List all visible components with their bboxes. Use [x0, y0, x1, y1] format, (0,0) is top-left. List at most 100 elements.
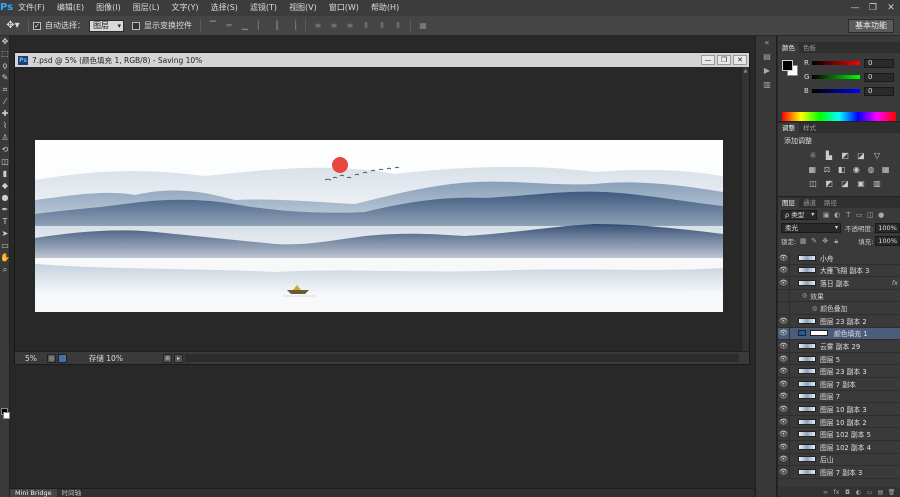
layer-row[interactable]: 👁︎ 图层 7 副本 3: [778, 465, 900, 479]
new-adjustment-icon[interactable]: ◐: [853, 489, 864, 496]
show-transform-checkbox[interactable]: [132, 21, 140, 30]
distribute-bottom-icon[interactable]: ≡: [343, 20, 357, 32]
levels-icon[interactable]: ▙: [822, 150, 836, 162]
proof-icon[interactable]: ◎: [46, 353, 56, 363]
menu-select[interactable]: 选择(S): [205, 0, 244, 16]
marquee-tool-icon[interactable]: ⬚: [0, 48, 10, 60]
visibility-eye-icon[interactable]: 👁︎: [778, 352, 790, 365]
layer-row[interactable]: 👁︎ 图层 102 副本 5: [778, 428, 900, 441]
menu-view[interactable]: 视图(V): [283, 0, 323, 16]
selective-color-icon[interactable]: ▣: [854, 178, 868, 190]
curves-icon[interactable]: ◩: [838, 150, 852, 162]
black-white-icon[interactable]: ◧: [835, 164, 848, 176]
eyedropper-tool-icon[interactable]: ⁄: [0, 96, 10, 108]
tab-channels[interactable]: 通道: [799, 198, 820, 208]
workspace-button[interactable]: 基本功能: [848, 19, 894, 33]
add-style-icon[interactable]: fx: [831, 489, 842, 496]
distribute-top-icon[interactable]: ≡: [311, 20, 325, 32]
color-lookup-icon[interactable]: ▦: [879, 164, 892, 176]
blue-value-input[interactable]: 0: [864, 86, 894, 96]
doc-restore-icon[interactable]: ❐: [717, 55, 731, 65]
hand-tool-icon[interactable]: ✋: [0, 252, 10, 264]
filter-toggle-icon[interactable]: ●: [876, 210, 886, 220]
color-swatch-icon[interactable]: [57, 353, 67, 363]
distribute-left-icon[interactable]: ⦀: [359, 20, 373, 32]
layer-row[interactable]: 👁︎ 大雁飞翔 副本 3: [778, 264, 900, 278]
visibility-eye-icon[interactable]: 👁︎: [778, 390, 790, 403]
visibility-eye-icon[interactable]: 👁︎: [778, 264, 790, 277]
properties-panel-icon[interactable]: ▥: [756, 78, 778, 92]
vertical-scrollbar[interactable]: ▲: [741, 67, 749, 351]
effect-eye-icon[interactable]: ◎: [802, 292, 807, 299]
filter-adjustment-icon[interactable]: ◐: [832, 210, 842, 220]
actions-panel-icon[interactable]: ▶: [756, 64, 778, 78]
visibility-eye-icon[interactable]: 👁︎: [778, 252, 790, 264]
layer-row[interactable]: 👁︎ 图层 23 副本 3: [778, 365, 900, 378]
layer-row[interactable]: 👁︎ 图层 7 副本: [778, 377, 900, 391]
layer-row[interactable]: 👁︎ 后山: [778, 453, 900, 467]
foreground-color-swatch[interactable]: [782, 60, 793, 71]
visibility-eye-icon[interactable]: [778, 289, 790, 302]
path-select-tool-icon[interactable]: ➤: [0, 228, 10, 240]
visibility-eye-icon[interactable]: 👁︎: [778, 339, 790, 352]
close-icon[interactable]: ✕: [882, 0, 900, 16]
menu-file[interactable]: 文件(F): [12, 0, 51, 16]
dodge-tool-icon[interactable]: ●: [0, 192, 10, 204]
layer-row[interactable]: 👁︎ 云雾 副本 29: [778, 339, 900, 353]
visibility-eye-icon[interactable]: 👁︎: [778, 415, 790, 428]
background-color-swatch[interactable]: [3, 412, 10, 419]
menu-image[interactable]: 图像(I): [90, 0, 127, 16]
lock-position-icon[interactable]: ✥: [820, 236, 830, 246]
pen-tool-icon[interactable]: ✒: [0, 204, 10, 216]
visibility-eye-icon[interactable]: 👁︎: [778, 276, 790, 289]
opacity-input[interactable]: 100%: [875, 222, 900, 233]
tab-styles[interactable]: 样式: [799, 123, 820, 133]
color-balance-icon[interactable]: ⚖: [821, 164, 834, 176]
effect-eye-icon[interactable]: ◎: [812, 305, 817, 312]
invert-icon[interactable]: ◫: [806, 178, 820, 190]
brightness-icon[interactable]: ☼: [806, 150, 820, 162]
menu-help[interactable]: 帮助(H): [365, 0, 405, 16]
blend-mode-dropdown[interactable]: 柔光: [781, 222, 841, 233]
tab-timeline[interactable]: 时间轴: [57, 489, 87, 497]
photo-filter-icon[interactable]: ◉: [850, 164, 863, 176]
healing-tool-icon[interactable]: ✚: [0, 108, 10, 120]
visibility-eye-icon[interactable]: 👁︎: [778, 365, 790, 378]
new-layer-icon[interactable]: ▤: [875, 489, 886, 496]
layer-effect-row[interactable]: ◎ 效果: [778, 289, 900, 303]
stamp-tool-icon[interactable]: ♙: [0, 132, 10, 144]
gradient-map-icon[interactable]: ▥: [870, 178, 884, 190]
vibrance-icon[interactable]: ▽: [870, 150, 884, 162]
align-bottom-icon[interactable]: ▁: [238, 20, 252, 32]
artwork-canvas[interactable]: [35, 140, 723, 312]
add-mask-icon[interactable]: ◘: [842, 489, 853, 496]
horizontal-scrollbar[interactable]: [184, 354, 739, 362]
layer-row[interactable]: 👁︎ 图层 7: [778, 390, 900, 404]
visibility-eye-icon[interactable]: 👁︎: [778, 327, 790, 340]
auto-select-checkbox[interactable]: ✓: [33, 21, 41, 30]
scroll-up-icon[interactable]: ▲: [742, 67, 749, 75]
green-value-input[interactable]: 0: [864, 72, 894, 82]
tab-mini-bridge[interactable]: Mini Bridge: [10, 489, 57, 497]
auto-align-icon[interactable]: ▦: [416, 20, 430, 32]
history-panel-icon[interactable]: ▤: [756, 50, 778, 64]
channel-mixer-icon[interactable]: ◍: [865, 164, 878, 176]
layer-row[interactable]: 👁︎ 图层 5: [778, 352, 900, 366]
type-tool-icon[interactable]: T: [0, 216, 10, 228]
filter-smart-object-icon[interactable]: ◫: [865, 210, 875, 220]
minimize-icon[interactable]: —: [846, 0, 864, 16]
layer-fx-badge[interactable]: fx: [892, 279, 898, 287]
lock-pixels-icon[interactable]: ✎: [809, 236, 819, 246]
posterize-icon[interactable]: ◩: [822, 178, 836, 190]
menu-window[interactable]: 窗口(W): [323, 0, 365, 16]
visibility-eye-icon[interactable]: 👁︎: [778, 440, 790, 453]
layer-mask-thumbnail[interactable]: [810, 330, 828, 337]
layer-row[interactable]: 👁︎ 图层 10 副本 3: [778, 402, 900, 416]
move-tool-icon[interactable]: ✥▾: [2, 18, 24, 34]
blue-slider[interactable]: [812, 89, 860, 93]
new-group-icon[interactable]: ▭: [864, 489, 875, 496]
shape-tool-icon[interactable]: ▭: [0, 240, 10, 252]
align-hcenter-icon[interactable]: ║: [270, 20, 284, 32]
document-title-bar[interactable]: Ps 7.psd @ 5% (颜色填充 1, RGB/8) - Saving 1…: [15, 53, 749, 67]
zoom-level[interactable]: 5%: [25, 354, 37, 363]
